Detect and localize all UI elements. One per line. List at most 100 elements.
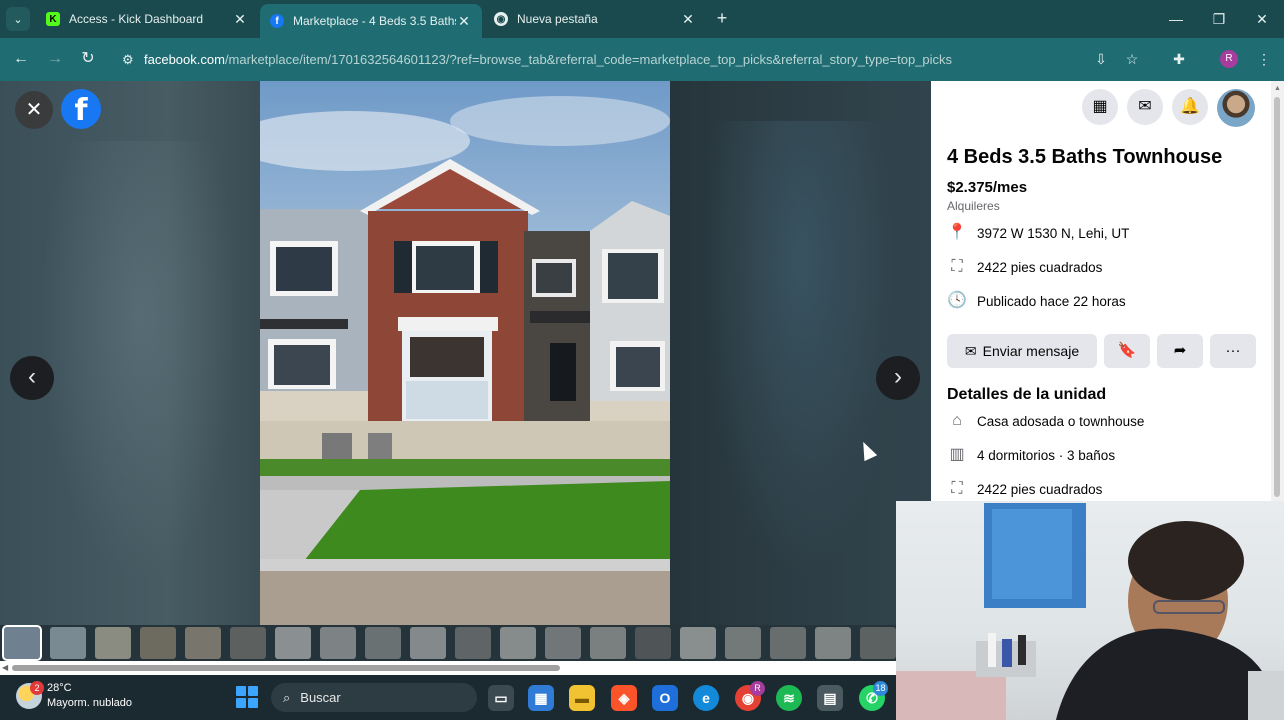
extensions-icon[interactable]: ✚ [1169,49,1189,69]
thumbnail[interactable] [185,627,221,659]
install-app-icon[interactable]: ⇩ [1091,49,1111,69]
next-photo-button[interactable]: › [876,356,920,400]
blurred-background-left [40,141,240,581]
vertical-scrollbar[interactable]: ▲ [1271,81,1284,501]
thumbnail[interactable] [365,627,401,659]
info-row-posted: 🕓 Publicado hace 22 horas [947,291,1126,311]
location-pin-icon: 📍 [947,224,967,241]
site-settings-icon[interactable]: ⚙ [122,52,144,68]
webcam-feed [896,503,1284,720]
thumbnail[interactable] [680,627,716,659]
account-avatar[interactable] [1217,89,1255,127]
thumbnail[interactable] [725,627,761,659]
thumbnail[interactable] [140,627,176,659]
scrollbar-thumb[interactable] [1274,97,1280,497]
tab-title: Access - Kick Dashboard [69,12,204,26]
task-view-icon[interactable]: ▭ [488,685,514,711]
address-bar[interactable]: ⚙ facebook.com/marketplace/item/17016325… [112,44,1152,75]
profile-avatar[interactable]: R [1220,50,1238,68]
detail-text: 4 dormitorios · 3 baños [977,447,1116,463]
taskbar-search[interactable]: ⌕ Buscar [271,683,477,712]
reload-button[interactable]: ↻ [77,48,99,70]
windows-start-icon[interactable] [236,686,258,708]
tab-strip: ⌄ K Access - Kick Dashboard ✕ f Marketpl… [0,0,1284,38]
thumbnail[interactable] [860,627,896,659]
tab-title: Nueva pestaña [517,12,598,26]
close-window-button[interactable]: ✕ [1251,8,1273,30]
share-arrow-icon: ➦ [1173,342,1187,359]
facebook-logo[interactable]: f [61,89,101,129]
scroll-left-icon[interactable]: ◀ [2,663,8,672]
send-message-button[interactable]: ✉ Enviar mensaje [947,334,1097,368]
area-icon: ⛶ [951,480,963,497]
forward-button[interactable]: → [44,48,66,70]
close-tab-icon[interactable]: ✕ [680,11,696,28]
thumbnail[interactable] [410,627,446,659]
chrome-profile-badge: R [750,681,765,696]
microsoft-store-icon[interactable]: ▦ [528,685,554,711]
search-placeholder: Buscar [300,690,341,705]
previous-photo-button[interactable]: ‹ [10,356,54,400]
scroll-up-icon[interactable]: ▲ [1274,85,1281,92]
blurred-background-right [700,121,900,581]
menu-grid-icon[interactable]: ▦ [1082,89,1118,125]
listing-category[interactable]: Alquileres [947,199,1000,213]
thumbnail[interactable] [50,627,86,659]
edge-icon[interactable]: e [693,685,719,711]
building-icon: ▥ [949,446,965,463]
webcam-overlay [896,501,1284,720]
url-text[interactable]: facebook.com/marketplace/item/1701632564… [144,52,952,67]
save-button[interactable]: 🔖 [1104,334,1150,368]
brave-browser-icon[interactable]: ◈ [611,685,637,711]
detail-text: 2422 pies cuadrados [977,481,1103,497]
info-text: 2422 pies cuadrados [977,259,1103,275]
clock-icon: 🕓 [947,292,967,309]
thumbnail[interactable] [275,627,311,659]
thumbnail[interactable] [95,627,131,659]
back-button[interactable]: ← [10,48,32,70]
tab-title: Marketplace - 4 Beds 3.5 Baths [293,14,456,28]
thumbnail[interactable] [815,627,851,659]
thumbnail[interactable] [545,627,581,659]
thumbnail[interactable] [635,627,671,659]
minimize-button[interactable]: — [1165,8,1187,30]
calculator-icon[interactable]: ▤ [817,685,843,711]
thumbnail[interactable] [230,627,266,659]
weather-badge: 2 [30,681,44,695]
close-tab-icon[interactable]: ✕ [456,13,472,30]
outlook-icon[interactable]: O [652,685,678,711]
thumbnail[interactable] [500,627,536,659]
house-icon: ⌂ [952,412,962,429]
tab-marketplace[interactable]: f Marketplace - 4 Beds 3.5 Baths ✕ [260,4,482,38]
search-icon: ⌕ [283,689,291,705]
bookmark-star-icon[interactable]: ☆ [1122,49,1142,69]
scrollbar-thumb[interactable] [12,665,560,671]
horizontal-scrollbar[interactable]: ◀ [0,661,896,675]
thumbnail[interactable] [590,627,626,659]
info-row-location[interactable]: 📍 3972 W 1530 N, Lehi, UT [947,223,1129,243]
spotify-icon[interactable]: ≋ [776,685,802,711]
weather-description[interactable]: Mayorm. nublado [47,697,132,709]
share-button[interactable]: ➦ [1157,334,1203,368]
thumbnail[interactable] [2,625,42,661]
thumbnail[interactable] [770,627,806,659]
notifications-bell-icon[interactable]: 🔔 [1172,89,1208,125]
tab-kick-dashboard[interactable]: K Access - Kick Dashboard ✕ [36,4,258,34]
new-tab-button[interactable]: + [712,8,732,28]
maximize-button[interactable]: ❐ [1208,8,1230,30]
weather-temperature[interactable]: 28°C [47,682,72,694]
info-text: 3972 W 1530 N, Lehi, UT [977,225,1130,241]
tab-new-tab[interactable]: ◉ Nueva pestaña ✕ [484,4,706,34]
menu-kebab-icon[interactable]: ⋮ [1254,49,1274,69]
messenger-icon[interactable]: ✉ [1127,89,1163,125]
detail-row-area: ⛶ 2422 pies cuadrados [947,479,1102,499]
close-tab-icon[interactable]: ✕ [232,11,248,28]
tab-search-button[interactable]: ⌄ [6,7,30,31]
thumbnail[interactable] [320,627,356,659]
thumbnail[interactable] [455,627,491,659]
close-viewer-button[interactable]: ✕ [15,91,53,129]
detail-row-type: ⌂ Casa adosada o townhouse [947,411,1144,431]
more-options-button[interactable]: ··· [1210,334,1256,368]
file-explorer-icon[interactable]: ▬ [569,685,595,711]
info-text: Publicado hace 22 horas [977,293,1126,309]
